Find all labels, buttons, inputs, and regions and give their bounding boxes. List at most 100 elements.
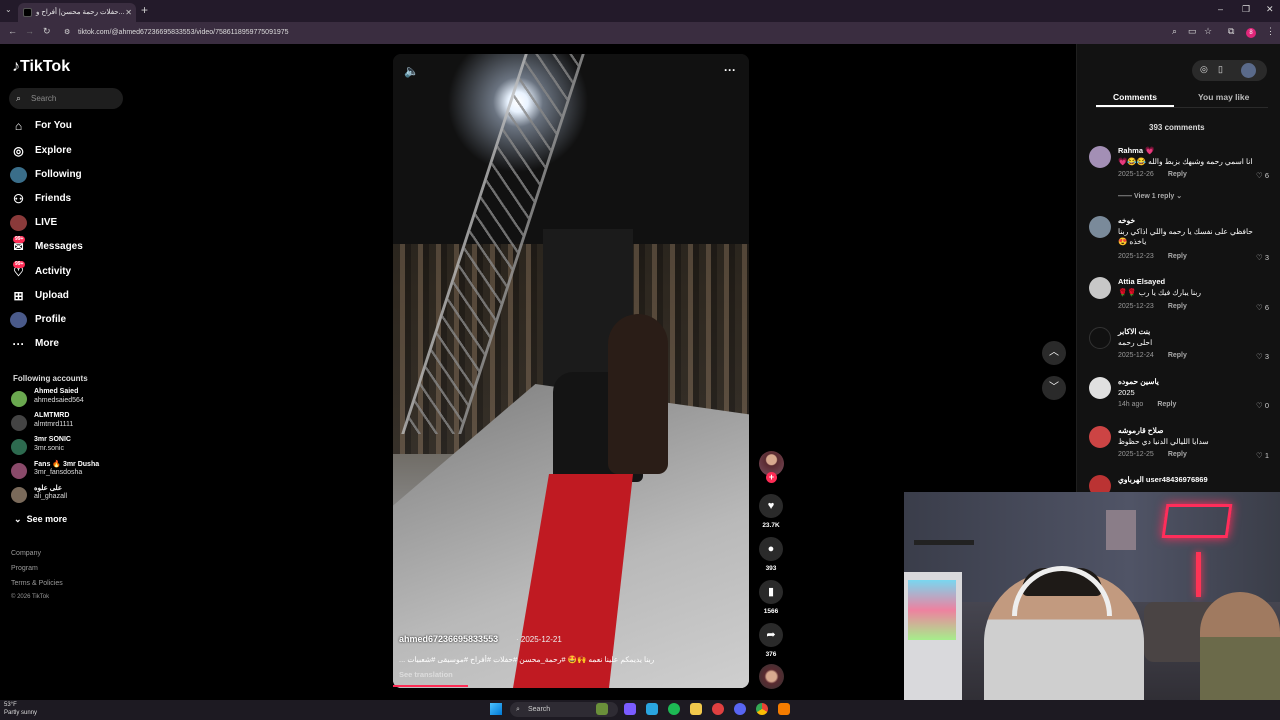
chrome-icon[interactable]	[756, 703, 768, 715]
save-button[interactable]: ▮ 1566	[759, 580, 783, 615]
edge-icon[interactable]	[646, 703, 658, 715]
like-button[interactable]: ♥ 23.7K	[759, 494, 783, 529]
comment-user[interactable]: Attia Elsayed	[1118, 277, 1165, 286]
avatar[interactable]	[1089, 426, 1111, 448]
comment-user[interactable]: بنت الاكابر	[1118, 327, 1150, 336]
app-icon[interactable]	[778, 703, 790, 715]
browser-tab[interactable]: حفلات رحمة محسن| أفراح و... ✕	[18, 3, 136, 22]
avatar[interactable]	[1089, 216, 1111, 238]
nav-friends[interactable]: ⚇ Friends	[10, 189, 130, 209]
nav-upload[interactable]: ⊞ Upload	[10, 286, 130, 306]
next-video-button[interactable]: ﹀	[1042, 376, 1066, 400]
widget-icon[interactable]	[596, 703, 608, 715]
profile-avatar[interactable]: 8	[1246, 28, 1256, 38]
file-explorer-icon[interactable]	[690, 703, 702, 715]
nav-explore[interactable]: ◎ Explore	[10, 141, 130, 161]
app-icon[interactable]	[624, 703, 636, 715]
follow-plus-icon[interactable]: +	[766, 472, 777, 483]
comment-like[interactable]: ♡ 3	[1256, 352, 1269, 361]
comment-like[interactable]: ♡ 0	[1256, 401, 1269, 410]
compass-icon[interactable]: ◎	[1200, 64, 1208, 75]
comment-user[interactable]: خوخه	[1118, 216, 1135, 225]
video-options-icon[interactable]: ···	[724, 63, 736, 77]
following-account[interactable]: Fans 🔥 3mr Dusha 3mr_fansdosha	[11, 459, 131, 481]
music-disc-avatar[interactable]	[759, 664, 784, 689]
close-tab-icon[interactable]: ✕	[125, 3, 132, 22]
footer-program-link[interactable]: Program	[11, 565, 38, 572]
comment-user[interactable]: صلاح قارموشه	[1118, 426, 1163, 435]
reply-button[interactable]: Reply	[1157, 401, 1176, 408]
comment-user[interactable]: Rahma 💗	[1118, 146, 1154, 155]
maximize-icon[interactable]: ❐	[1242, 4, 1250, 15]
comment-user[interactable]: ياسين حموده	[1118, 377, 1159, 386]
video-progress-bar[interactable]	[393, 685, 468, 687]
forward-icon[interactable]: →	[25, 26, 34, 36]
comment-user[interactable]: الهرباوي user48436976869	[1118, 475, 1208, 484]
bookmark-star-icon[interactable]: ☆	[1204, 26, 1212, 37]
device-icon[interactable]: ▯	[1218, 64, 1223, 75]
extensions-icon[interactable]: ⧉	[1228, 26, 1234, 37]
video-date: · 2025-12-21	[516, 635, 562, 644]
volume-icon[interactable]: 🔈	[404, 64, 419, 78]
comment-like[interactable]: ♡ 1	[1256, 451, 1269, 460]
reply-button[interactable]: Reply	[1168, 352, 1187, 359]
avatar[interactable]	[1089, 377, 1111, 399]
following-account[interactable]: Ahmed Saied ahmedsaied564	[11, 387, 131, 409]
footer-company-link[interactable]: Company	[11, 550, 41, 557]
close-window-icon[interactable]: ✕	[1266, 4, 1274, 15]
comment-like[interactable]: ♡ 3	[1256, 253, 1269, 262]
new-tab-button[interactable]: +	[141, 3, 148, 17]
following-account[interactable]: على علوه ali_ghazall	[11, 483, 131, 505]
see-more-button[interactable]: ⌄ See more	[14, 514, 67, 525]
footer-terms-link[interactable]: Terms & Policies	[11, 580, 63, 587]
nav-activity[interactable]: ♡ 99+ Activity	[10, 261, 130, 282]
minimize-icon[interactable]: –	[1218, 4, 1223, 14]
following-account[interactable]: 3mr SONIC 3mr.sonic	[11, 435, 131, 457]
reply-button[interactable]: Reply	[1168, 253, 1187, 260]
comment-button[interactable]: ● 393	[759, 537, 783, 572]
comment-text: احلى رحمه	[1118, 338, 1153, 347]
browser-menu-icon[interactable]: ⋮	[1266, 26, 1275, 37]
tiktok-logo[interactable]: ♪TikTok	[12, 58, 70, 76]
url-field[interactable]: ⚙ tiktok.com/@ahmed67236695833553/video/…	[58, 25, 1158, 41]
tab-comments[interactable]: Comments	[1113, 92, 1157, 102]
nav-live[interactable]: LIVE	[10, 213, 130, 233]
nav-profile[interactable]: Profile	[10, 310, 130, 330]
nav-following[interactable]: Following	[10, 165, 130, 185]
video-player[interactable]	[393, 54, 749, 688]
windows-start-icon[interactable]	[490, 703, 502, 715]
tab-list-icon[interactable]: ⌄	[5, 5, 12, 14]
webcam-neon-logo	[1161, 504, 1233, 538]
reply-button[interactable]: Reply	[1168, 451, 1187, 458]
spotify-icon[interactable]	[668, 703, 680, 715]
reply-button[interactable]: Reply	[1168, 171, 1187, 178]
app-icon[interactable]	[712, 703, 724, 715]
view-replies-button[interactable]: —— View 1 reply ⌄	[1118, 192, 1182, 200]
avatar[interactable]	[1089, 327, 1111, 349]
search-input[interactable]: ⌕ Search	[9, 88, 123, 109]
account-name: Fans 🔥 3mr Dusha	[34, 461, 100, 468]
previous-video-button[interactable]: ︿	[1042, 341, 1066, 365]
reload-icon[interactable]: ↻	[43, 26, 51, 37]
cast-icon[interactable]: ▭	[1188, 26, 1197, 37]
discord-icon[interactable]	[734, 703, 746, 715]
nav-messages[interactable]: ✉ 99+ Messages	[10, 236, 130, 257]
comment-like[interactable]: ♡ 6	[1256, 303, 1269, 312]
back-icon[interactable]: ←	[8, 26, 17, 36]
nav-more[interactable]: ··· More	[10, 334, 130, 354]
weather-widget[interactable]: 53°F Partly sunny	[4, 701, 37, 717]
site-info-icon[interactable]: ⚙	[64, 25, 70, 41]
tab-you-may-like[interactable]: You may like	[1198, 92, 1249, 102]
see-translation-link[interactable]: See translation	[399, 670, 453, 679]
video-author[interactable]: ahmed67236695833553	[399, 634, 498, 644]
share-button[interactable]: ➦ 376	[759, 623, 783, 658]
avatar[interactable]	[1089, 277, 1111, 299]
user-avatar[interactable]	[1241, 63, 1256, 78]
zoom-icon[interactable]: ⌕	[1172, 26, 1177, 37]
nav-label: Friends	[35, 193, 72, 204]
comment-like[interactable]: ♡ 6	[1256, 171, 1269, 180]
avatar[interactable]	[1089, 146, 1111, 168]
following-account[interactable]: ALMTMRD almtmrd1111	[11, 411, 131, 433]
reply-button[interactable]: Reply	[1168, 303, 1187, 310]
nav-for-you[interactable]: ⌂ For You	[10, 116, 130, 136]
